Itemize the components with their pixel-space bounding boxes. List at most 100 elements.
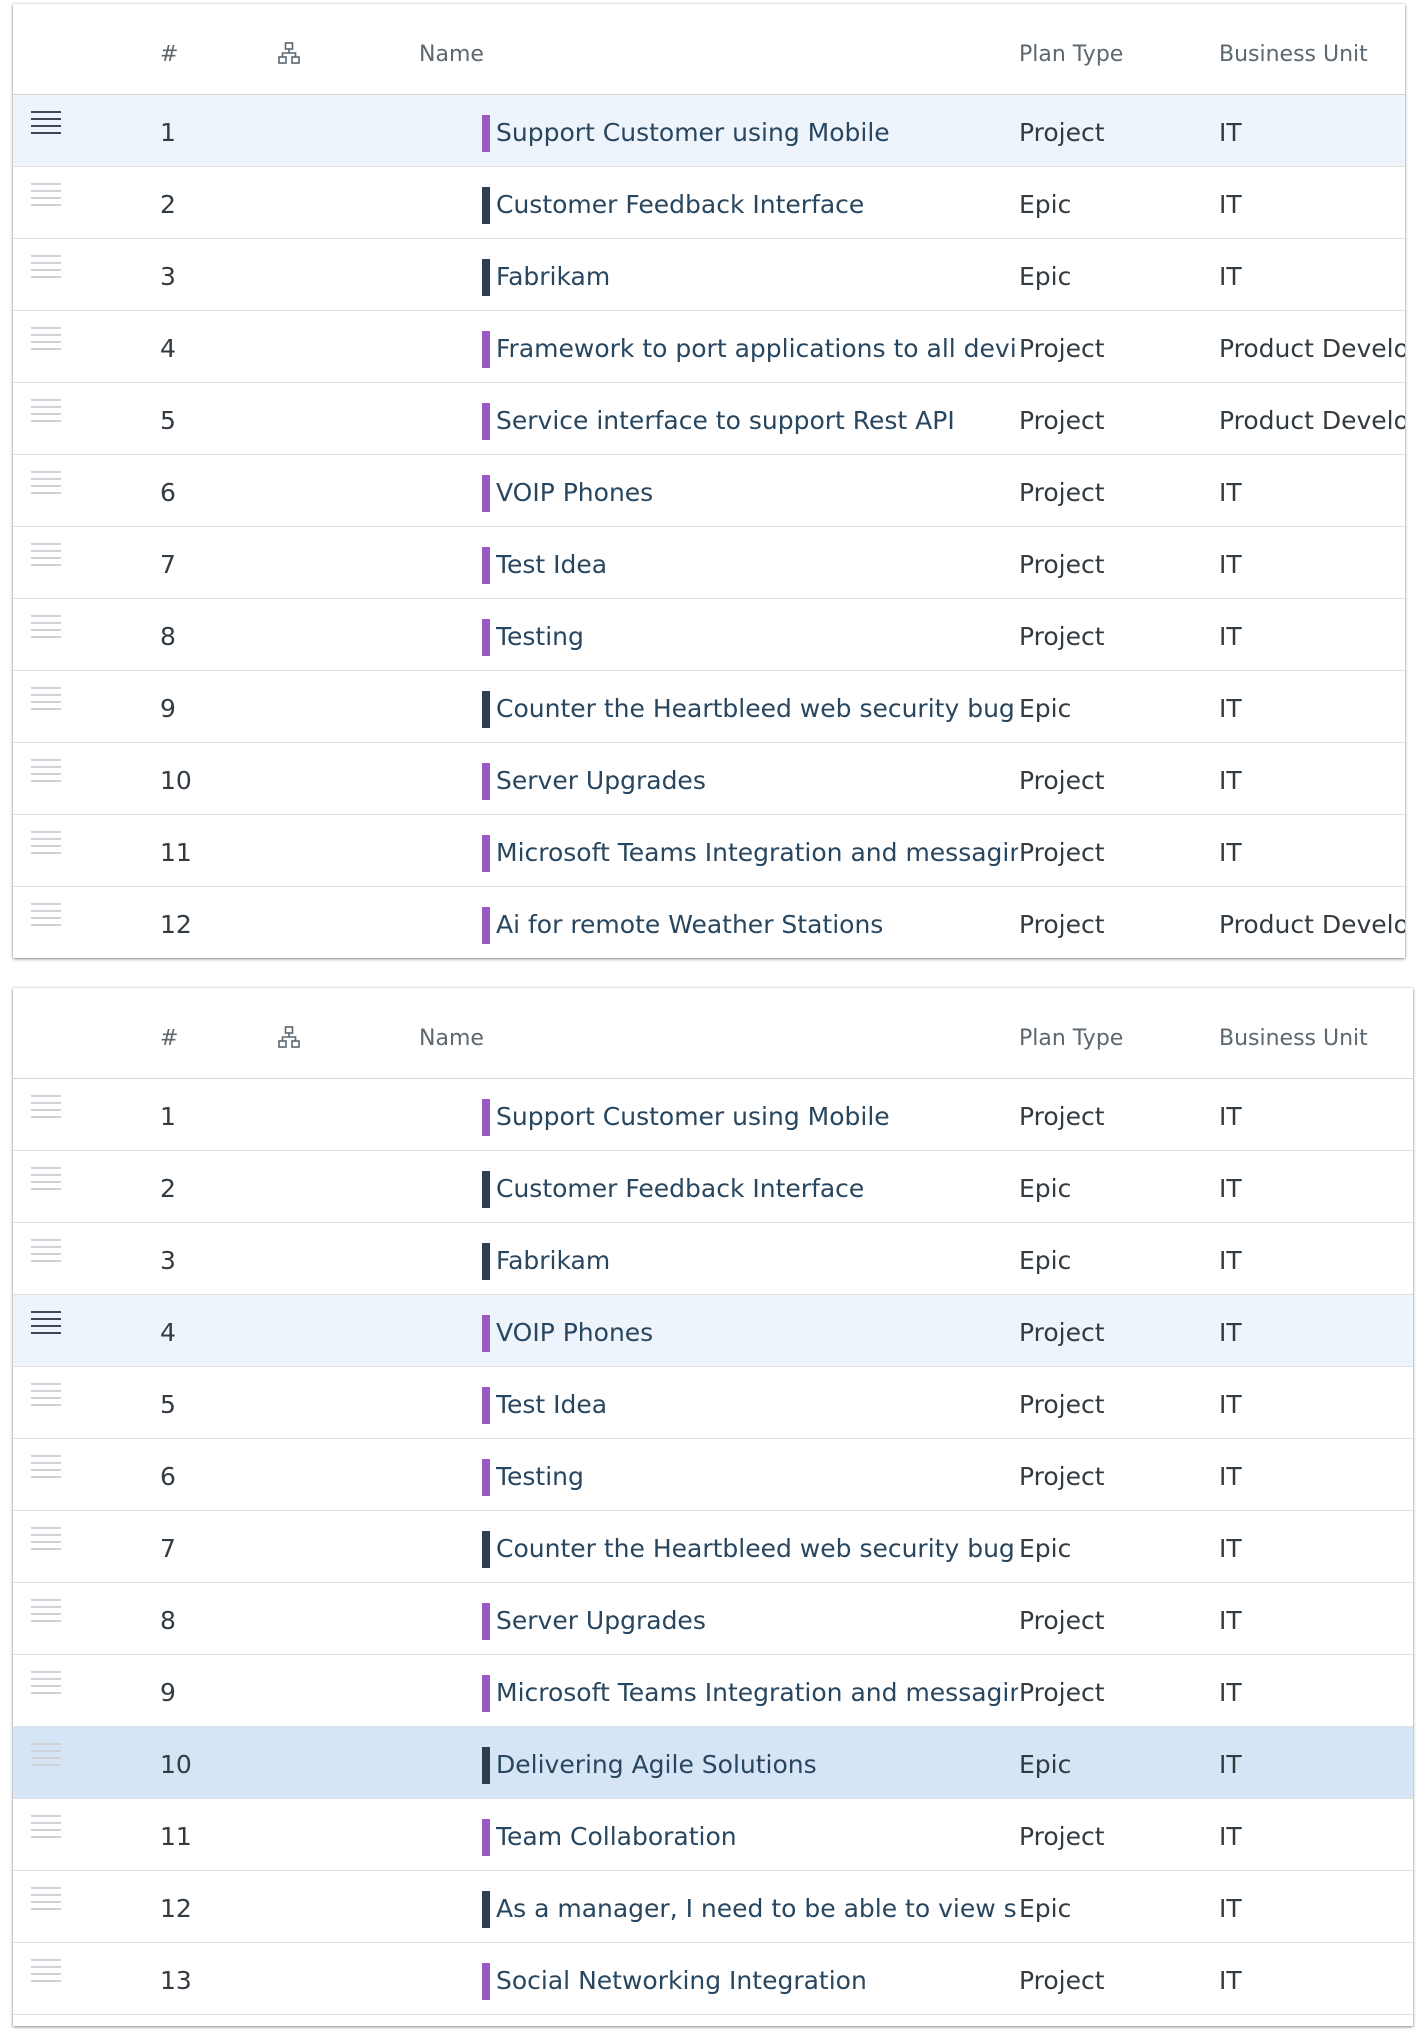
plan-type-color-bar — [482, 1243, 490, 1280]
item-name-link[interactable]: Delivering Agile Solutions — [496, 1727, 1018, 1803]
table-row[interactable]: 11 Microsoft Teams Integration and messag… — [13, 815, 1405, 887]
drag-handle-icon[interactable] — [31, 1887, 61, 1915]
drag-handle-icon[interactable] — [31, 399, 61, 427]
drag-handle-icon[interactable] — [31, 1671, 61, 1699]
drag-handle-icon[interactable] — [31, 687, 61, 715]
item-name-link[interactable]: Framework to port applications to all de… — [496, 311, 1018, 387]
drag-handle-icon[interactable] — [31, 111, 61, 139]
drag-handle-icon[interactable] — [31, 1815, 61, 1843]
table-row[interactable]: 6 Testing Project IT — [13, 1439, 1413, 1511]
drag-handle-icon[interactable] — [31, 1311, 61, 1339]
drag-handle-icon[interactable] — [31, 1239, 61, 1267]
business-unit-cell: IT — [1219, 1462, 1242, 1491]
table-row[interactable]: 13 Social Networking Integration Project IT — [13, 1943, 1413, 2015]
table-row[interactable]: 11 Team Collaboration Project IT — [13, 1799, 1413, 1871]
drag-handle-icon[interactable] — [31, 1599, 61, 1627]
business-unit-cell: IT — [1219, 262, 1242, 291]
item-name-link[interactable]: Testing — [496, 599, 1018, 675]
table-row[interactable]: 9 Microsoft Teams Integration and messagi… — [13, 1655, 1413, 1727]
table-row[interactable]: 7 Counter the Heartbleed web security bug… — [13, 1511, 1413, 1583]
column-header-plan-type[interactable]: Plan Type — [1019, 4, 1123, 106]
plan-type-color-bar — [482, 691, 490, 728]
drag-handle-icon[interactable] — [31, 1527, 61, 1555]
plan-type-cell: Project — [1019, 478, 1105, 507]
item-name-link[interactable]: Test Idea — [496, 527, 1018, 603]
table-row[interactable]: 10 Delivering Agile Solutions Epic IT — [13, 1727, 1413, 1799]
item-name-link[interactable]: Support Customer using Mobile — [496, 1079, 1018, 1155]
item-name-link[interactable]: Team Collaboration — [496, 1799, 1018, 1875]
table-row[interactable]: 6 VOIP Phones Project IT — [13, 455, 1405, 527]
item-name-link[interactable]: Customer Feedback Interface — [496, 167, 1018, 243]
drag-handle-icon[interactable] — [31, 831, 61, 859]
table-row[interactable]: 4 Framework to port applications to all d… — [13, 311, 1405, 383]
drag-handle-icon[interactable] — [31, 543, 61, 571]
table-row[interactable]: 5 Service interface to support Rest API Pr… — [13, 383, 1405, 455]
table-row[interactable]: 1 Support Customer using Mobile Project IT — [13, 95, 1405, 167]
column-header-plan-type[interactable]: Plan Type — [1019, 988, 1123, 1090]
table-row[interactable]: 12 As a manager, I need to be able to vie… — [13, 1871, 1413, 1943]
drag-handle-icon[interactable] — [31, 759, 61, 787]
item-name-link[interactable]: Service interface to support Rest API — [496, 383, 1018, 459]
table-row[interactable]: 2 Customer Feedback Interface Epic IT — [13, 1151, 1413, 1223]
item-name-link[interactable]: Server Upgrades — [496, 743, 1018, 819]
drag-handle-icon[interactable] — [31, 255, 61, 283]
drag-handle-icon[interactable] — [31, 1743, 61, 1771]
drag-handle-icon[interactable] — [31, 1383, 61, 1411]
plan-type-color-bar — [482, 115, 490, 152]
table-row[interactable]: 3 Fabrikam Epic IT — [13, 1223, 1413, 1295]
table-row[interactable]: 9 Counter the Heartbleed web security bug… — [13, 671, 1405, 743]
item-name-link[interactable]: VOIP Phones — [496, 455, 1018, 531]
item-name-link[interactable]: Fabrikam — [496, 239, 1018, 315]
table-row[interactable]: 7 Test Idea Project IT — [13, 527, 1405, 599]
row-number: 10 — [160, 766, 192, 795]
drag-handle-icon[interactable] — [31, 1455, 61, 1483]
business-unit-cell: IT — [1219, 1894, 1242, 1923]
item-name-link[interactable]: Test Idea — [496, 1367, 1018, 1443]
business-unit-cell: IT — [1219, 1534, 1242, 1563]
drag-handle-icon[interactable] — [31, 183, 61, 211]
column-header-name[interactable]: Name — [419, 988, 484, 1090]
column-header-number[interactable]: # — [160, 4, 178, 106]
plan-type-cell: Epic — [1019, 1894, 1072, 1923]
item-name-link[interactable]: Server Upgrades — [496, 1583, 1018, 1659]
drag-handle-icon[interactable] — [31, 327, 61, 355]
table-row[interactable]: 2 Customer Feedback Interface Epic IT — [13, 167, 1405, 239]
table-row[interactable]: 8 Server Upgrades Project IT — [13, 1583, 1413, 1655]
row-number: 5 — [160, 1390, 176, 1419]
item-name-link[interactable]: Customer Feedback Interface — [496, 1151, 1018, 1227]
table-row[interactable]: 12 Ai for remote Weather Stations Project P… — [13, 887, 1405, 958]
item-name-link[interactable]: Fabrikam — [496, 1223, 1018, 1299]
drag-handle-icon[interactable] — [31, 471, 61, 499]
item-name-link[interactable]: Microsoft Teams Integration and messagin… — [496, 1655, 1018, 1731]
column-header-business-unit[interactable]: Business Unit — [1219, 988, 1368, 1090]
table-row[interactable]: 1 Support Customer using Mobile Project IT — [13, 1079, 1413, 1151]
item-name-link[interactable]: Testing — [496, 1439, 1018, 1515]
column-header-business-unit[interactable]: Business Unit — [1219, 4, 1368, 106]
drag-handle-icon[interactable] — [31, 1167, 61, 1195]
plan-type-color-bar — [482, 259, 490, 296]
row-number: 4 — [160, 1318, 176, 1347]
hierarchy-icon[interactable] — [278, 1026, 300, 1054]
table-row[interactable]: 4 VOIP Phones Project IT — [13, 1295, 1413, 1367]
drag-handle-icon[interactable] — [31, 1959, 61, 1987]
item-name-link[interactable]: As a manager, I need to be able to view … — [496, 1871, 1018, 1947]
drag-handle-icon[interactable] — [31, 1095, 61, 1123]
table-row[interactable]: 3 Fabrikam Epic IT — [13, 239, 1405, 311]
item-name-link[interactable]: Microsoft Teams Integration and messagin… — [496, 815, 1018, 891]
item-name-link[interactable]: Social Networking Integration — [496, 1943, 1018, 2019]
item-name-link[interactable]: Counter the Heartbleed web security bug — [496, 671, 1018, 747]
plan-type-color-bar — [482, 1459, 490, 1496]
item-name-link[interactable]: Ai for remote Weather Stations — [496, 887, 1018, 958]
table-row[interactable]: 8 Testing Project IT — [13, 599, 1405, 671]
hierarchy-icon[interactable] — [278, 42, 300, 70]
item-name-link[interactable]: Counter the Heartbleed web security bug — [496, 1511, 1018, 1587]
column-header-number[interactable]: # — [160, 988, 178, 1090]
column-header-name[interactable]: Name — [419, 4, 484, 106]
item-name-link[interactable]: Support Customer using Mobile — [496, 95, 1018, 171]
table-row[interactable]: 5 Test Idea Project IT — [13, 1367, 1413, 1439]
drag-handle-icon[interactable] — [31, 615, 61, 643]
item-name-link[interactable]: VOIP Phones — [496, 1295, 1018, 1371]
table-row[interactable]: 10 Server Upgrades Project IT — [13, 743, 1405, 815]
business-unit-cell: IT — [1219, 1246, 1242, 1275]
drag-handle-icon[interactable] — [31, 903, 61, 931]
